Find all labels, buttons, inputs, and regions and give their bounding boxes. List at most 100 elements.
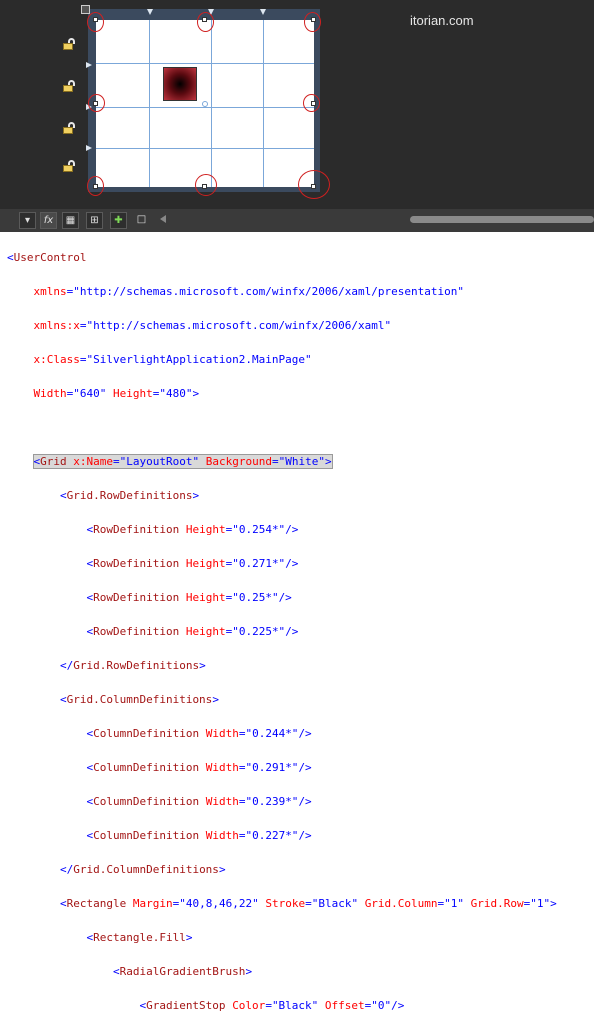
code-attr: Width: [205, 795, 239, 808]
code-tag: ColumnDefinition: [93, 829, 200, 842]
code-line: <ColumnDefinition Width="0.239*"/>: [86, 795, 312, 808]
code-line: <Grid.RowDefinitions>: [59, 489, 200, 502]
code-line: xmlns="http://schemas.microsoft.com/winf…: [33, 285, 464, 298]
code-value: "0.244*": [245, 727, 299, 740]
code-value: "http://schemas.microsoft.com/winfx/2006…: [86, 319, 392, 332]
row-gridline-marker-icon[interactable]: [86, 145, 92, 151]
code-line: <ColumnDefinition Width="0.244*"/>: [86, 727, 312, 740]
annotation-circle: [87, 12, 104, 32]
annotation-circle: [298, 170, 330, 199]
code-line: <ColumnDefinition Width="0.291*"/>: [86, 761, 312, 774]
annotation-circle: [304, 12, 321, 32]
code-attr: x:Name: [73, 455, 113, 468]
code-attr: x:Class: [33, 353, 80, 366]
annotation-circle: [195, 174, 217, 196]
add-gridline-icon[interactable]: ✚: [110, 212, 127, 229]
gradient-rectangle[interactable]: [163, 67, 197, 101]
lock-icon[interactable]: [63, 122, 77, 134]
code-line: </Grid.ColumnDefinitions>: [59, 863, 226, 876]
code-attr: Width: [205, 829, 239, 842]
code-tag: RowDefinition: [93, 523, 180, 536]
annotation-icon[interactable]: □: [133, 212, 150, 229]
frame-corner-icon[interactable]: [81, 5, 90, 14]
code-attr: Height: [113, 387, 153, 400]
code-attr: Height: [185, 591, 226, 604]
row-gridline: [96, 148, 314, 149]
code-attr: Height: [185, 523, 226, 536]
annotation-circle: [87, 176, 104, 196]
snap-grid-icon[interactable]: ⊞: [86, 212, 103, 229]
column-gridline: [263, 20, 264, 187]
code-tag: RowDefinition: [93, 625, 180, 638]
grid-icon[interactable]: ▦: [62, 212, 79, 229]
code-line: x:Class="SilverlightApplication2.MainPag…: [33, 353, 312, 366]
code-line: <RowDefinition Height="0.225*"/>: [86, 625, 299, 638]
code-line: <Rectangle.Fill>: [86, 931, 193, 944]
code-value: "Black": [311, 897, 359, 910]
code-tag: Rectangle: [66, 897, 127, 910]
code-value: "Black": [271, 999, 319, 1012]
code-tag: ColumnDefinition: [93, 795, 200, 808]
code-attr: Width: [205, 727, 239, 740]
scroll-left-icon[interactable]: [160, 215, 166, 223]
code-value: "0.227*": [245, 829, 299, 842]
code-line: <GradientStop Color="Black" Offset="0"/>: [139, 999, 405, 1012]
design-surface[interactable]: itorian.com: [0, 0, 594, 209]
annotation-circle: [303, 94, 320, 112]
code-line: <RowDefinition Height="0.271*"/>: [86, 557, 299, 570]
column-gridline: [211, 20, 212, 187]
code-value: "http://schemas.microsoft.com/winfx/2006…: [73, 285, 464, 298]
code-value: "40,8,46,22": [179, 897, 259, 910]
column-gridline: [149, 20, 150, 187]
column-gridline-marker-icon[interactable]: [147, 9, 153, 15]
code-tag: Rectangle.Fill: [93, 931, 186, 944]
code-attr: Grid.Row: [470, 897, 524, 910]
code-line: <RadialGradientBrush>: [112, 965, 253, 978]
grid-layout-root[interactable]: [96, 20, 314, 187]
code-line: <Grid x:Name="LayoutRoot" Background="Wh…: [7, 453, 594, 470]
annotation-circle: [197, 12, 214, 32]
code-tag: Grid.RowDefinitions: [66, 489, 193, 502]
code-value: "0.291*": [245, 761, 299, 774]
xaml-code-editor[interactable]: <UserControl xmlns="http://schemas.micro…: [7, 232, 594, 1031]
code-tag: RowDefinition: [93, 591, 180, 604]
lock-icon[interactable]: [63, 38, 77, 50]
code-tag: ColumnDefinition: [93, 727, 200, 740]
code-value: "0.225*": [232, 625, 286, 638]
code-value: "0.254*": [232, 523, 286, 536]
code-line: <Grid.ColumnDefinitions>: [59, 693, 219, 706]
row-gridline-marker-icon[interactable]: [86, 62, 92, 68]
row-gridline: [96, 63, 314, 64]
watermark-text: itorian.com: [410, 13, 474, 28]
dropdown-icon[interactable]: ▾: [19, 212, 36, 229]
lock-icon[interactable]: [63, 160, 77, 172]
code-tag: Grid.ColumnDefinitions: [73, 863, 219, 876]
code-tag: RadialGradientBrush: [119, 965, 246, 978]
code-attr: Stroke: [265, 897, 306, 910]
code-tag: RowDefinition: [93, 557, 180, 570]
code-attr: Height: [185, 625, 226, 638]
code-value: "0": [371, 999, 392, 1012]
code-value: "0.239*": [245, 795, 299, 808]
code-value: "480": [159, 387, 193, 400]
code-tag: ColumnDefinition: [93, 761, 200, 774]
horizontal-scrollbar[interactable]: [410, 216, 594, 223]
lock-icon[interactable]: [63, 80, 77, 92]
selected-grid-line[interactable]: <Grid x:Name="LayoutRoot" Background="Wh…: [32, 454, 333, 469]
code-attr: Offset: [324, 999, 365, 1012]
code-attr: Color: [232, 999, 266, 1012]
code-line: <UserControl: [7, 251, 87, 264]
column-gridline-marker-icon[interactable]: [260, 9, 266, 15]
effects-icon[interactable]: fx: [40, 212, 57, 229]
center-point-icon[interactable]: [202, 101, 208, 107]
code-value: "1": [444, 897, 465, 910]
code-tag: Grid: [40, 455, 67, 468]
code-attr: xmlns:x: [33, 319, 80, 332]
code-line: <Rectangle Margin="40,8,46,22" Stroke="B…: [59, 897, 557, 910]
code-line: </Grid.RowDefinitions>: [59, 659, 206, 672]
code-value: "SilverlightApplication2.MainPage": [86, 353, 312, 366]
code-line: <RowDefinition Height="0.25*"/>: [86, 591, 292, 604]
code-attr: Background: [205, 455, 272, 468]
code-tag: UserControl: [13, 251, 87, 264]
